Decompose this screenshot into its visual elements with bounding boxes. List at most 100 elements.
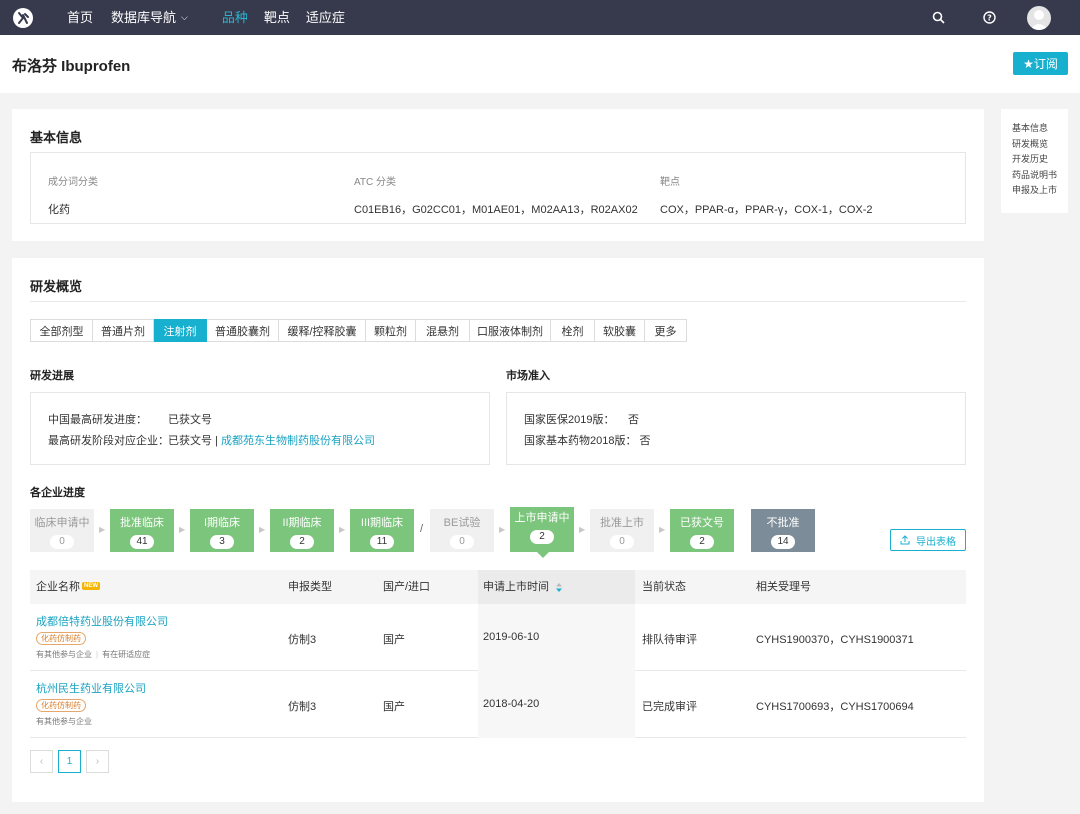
dosage-tabs: 全部剂型 普通片剂 注射剂 普通胶囊剂 缓释/控释胶囊 颗粒剂 混悬剂 口服液体… — [30, 319, 687, 342]
company-link[interactable]: 杭州民生药业有限公司 — [36, 680, 146, 696]
tab-suppository[interactable]: 栓剂 — [551, 319, 595, 342]
side-nav-filing[interactable]: 申报及上市 — [1012, 183, 1068, 199]
th-company: 企业名称 NEW — [36, 570, 100, 604]
side-nav-basic-info[interactable]: 基本信息 — [1012, 121, 1068, 137]
stage-count: 2 — [690, 535, 714, 549]
company-link[interactable]: 成都苑东生物制药股份有限公司 — [221, 435, 375, 447]
side-nav-history[interactable]: 开发历史 — [1012, 152, 1068, 168]
cell-date: 2018-04-20 — [483, 698, 540, 710]
sort-icon[interactable] — [556, 582, 563, 592]
tab-sustained-capsule[interactable]: 缓释/控释胶囊 — [279, 319, 366, 342]
drug-type-tag: 化药仿制药 — [36, 632, 86, 645]
stage-count: 11 — [370, 535, 394, 549]
stage-label: II期临床 — [282, 517, 322, 529]
market-access-box — [506, 392, 966, 465]
rd-highest-company: 最高研发阶段对应企业：已获文号 | 成都苑东生物制药股份有限公司 — [48, 432, 375, 448]
cell-company: 杭州民生药业有限公司 化药仿制药 有其他参与企业 — [36, 680, 146, 727]
overview-card: 研发概览 全部剂型 普通片剂 注射剂 普通胶囊剂 缓释/控释胶囊 颗粒剂 混悬剂… — [12, 258, 984, 802]
market-nrdl: 国家医保2019版： 否 — [524, 411, 639, 427]
nav-home[interactable]: 首页 — [67, 0, 93, 35]
stage-separator: / — [420, 523, 424, 535]
other-company-link[interactable]: 有其他参与企业 — [36, 650, 92, 659]
info-value: 化药 — [48, 204, 70, 216]
tab-oral-liquid[interactable]: 口服液体制剂 — [470, 319, 551, 342]
th-date[interactable]: 申请上市时间 — [478, 570, 635, 604]
tab-suspension[interactable]: 混悬剂 — [416, 319, 470, 342]
rd-highest-progress: 中国最高研发进度： 已获文号 — [48, 411, 212, 427]
table-row: 杭州民生药业有限公司 化药仿制药 有其他参与企业 仿制3 国产 2018-04-… — [30, 671, 966, 738]
help-icon[interactable]: ? — [982, 11, 996, 25]
stage-phase-2[interactable]: II期临床 2 — [270, 509, 334, 552]
stage-count: 14 — [771, 535, 795, 549]
kv-label: 国家医保2019版： — [524, 414, 615, 426]
title-bar: 布洛芬 Ibuprofen ★订阅 — [0, 35, 1080, 93]
market-access-title: 市场准入 — [506, 370, 550, 382]
stage-phase-3[interactable]: III期临床 11 — [350, 509, 414, 552]
stage-label: 批准上市 — [600, 517, 644, 529]
cell-acceptance[interactable]: CYHS1700693，CYHS1700694 — [756, 698, 914, 714]
subscribe-button[interactable]: ★订阅 — [1013, 52, 1068, 75]
stage-phase-1[interactable]: I期临床 3 — [190, 509, 254, 552]
chevron-right-icon: ▶ — [579, 525, 586, 534]
stage-count: 2 — [290, 535, 314, 549]
stage-rejected[interactable]: 不批准 14 — [751, 509, 815, 552]
market-essential: 国家基本药物2018版： 否 — [524, 432, 651, 448]
th-type: 申报类型 — [288, 581, 332, 593]
stage-label: BE试验 — [443, 517, 481, 529]
cell-date: 2019-06-10 — [483, 631, 540, 643]
search-icon[interactable] — [931, 11, 945, 25]
nav-target[interactable]: 靶点 — [264, 0, 290, 35]
stage-label: III期临床 — [360, 517, 404, 529]
logo-icon[interactable] — [13, 7, 33, 28]
pagination-page-1[interactable]: 1 — [58, 750, 81, 773]
drug-type-tag: 化药仿制药 — [36, 699, 86, 712]
chevron-right-icon: ▶ — [659, 525, 666, 534]
cell-acceptance[interactable]: CYHS1900370，CYHS1900371 — [756, 631, 914, 647]
company-progress-title: 各企业进度 — [30, 487, 85, 499]
stage-label: 已获文号 — [680, 517, 724, 529]
tab-soft-capsule[interactable]: 软胶囊 — [595, 319, 645, 342]
tab-tablet[interactable]: 普通片剂 — [93, 319, 154, 342]
stage-clinical-approved[interactable]: 批准临床 41 — [110, 509, 174, 552]
side-nav-label[interactable]: 药品说明书 — [1012, 168, 1068, 184]
export-table-button[interactable]: 导出表格 — [890, 529, 966, 551]
chevron-right-icon: ▶ — [99, 525, 106, 534]
avatar[interactable] — [1027, 5, 1051, 30]
company-link[interactable]: 成都倍特药业股份有限公司 — [36, 613, 168, 629]
top-nav: 首页 数据库导航 ⌵ 品种 靶点 适应症 ? — [0, 0, 1080, 35]
other-company-link[interactable]: 有其他参与企业 — [36, 717, 92, 726]
kv-label: 国家基本药物2018版： — [524, 435, 637, 447]
info-value: COX，PPAR-α，PPAR-γ，COX-1，COX-2 — [660, 204, 873, 216]
info-col-atc: ATC 分类 C01EB16，G02CC01，M01AE01，M02AA13，R… — [354, 173, 638, 217]
chevron-down-icon: ⌵ — [181, 12, 188, 22]
stage-count: 0 — [50, 535, 74, 549]
pagination-prev-button[interactable]: ‹ — [30, 750, 53, 773]
stage-be-trial[interactable]: BE试验 0 — [430, 509, 494, 552]
stage-market-application[interactable]: 上市申请中 2 — [510, 507, 574, 558]
table-header: 企业名称 NEW 申报类型 国产/进口 申请上市时间 当前状态 相关受理号 — [30, 570, 966, 604]
tab-capsule[interactable]: 普通胶囊剂 — [207, 319, 279, 342]
stage-clinical-application[interactable]: 临床申请中 0 — [30, 509, 94, 552]
pagination-next-button[interactable]: › — [86, 750, 109, 773]
stage-label: I期临床 — [203, 517, 241, 529]
tab-granule[interactable]: 颗粒剂 — [366, 319, 416, 342]
tab-more[interactable]: 更多 — [645, 319, 687, 342]
info-col-category: 成分词分类 化药 — [48, 173, 98, 217]
nav-database[interactable]: 数据库导航 ⌵ — [111, 0, 188, 35]
side-nav-overview[interactable]: 研发概览 — [1012, 137, 1068, 153]
th-origin: 国产/进口 — [383, 581, 431, 593]
th-acceptance: 相关受理号 — [756, 581, 811, 593]
kv-value: 已获文号 | — [168, 435, 218, 447]
nav-variety[interactable]: 品种 — [222, 0, 248, 35]
info-label: 成分词分类 — [48, 177, 98, 188]
tab-injection[interactable]: 注射剂 — [154, 319, 207, 342]
new-badge: NEW — [82, 582, 100, 590]
cell-origin: 国产 — [383, 701, 405, 713]
cell-type: 仿制3 — [288, 634, 317, 646]
stage-licensed[interactable]: 已获文号 2 — [670, 509, 734, 552]
stage-market-approved[interactable]: 批准上市 0 — [590, 509, 654, 552]
kv-value: 已获文号 — [168, 414, 212, 426]
tab-all[interactable]: 全部剂型 — [30, 319, 93, 342]
nav-indication[interactable]: 适应症 — [306, 0, 345, 35]
indication-link[interactable]: 有在研适应症 — [102, 650, 150, 659]
